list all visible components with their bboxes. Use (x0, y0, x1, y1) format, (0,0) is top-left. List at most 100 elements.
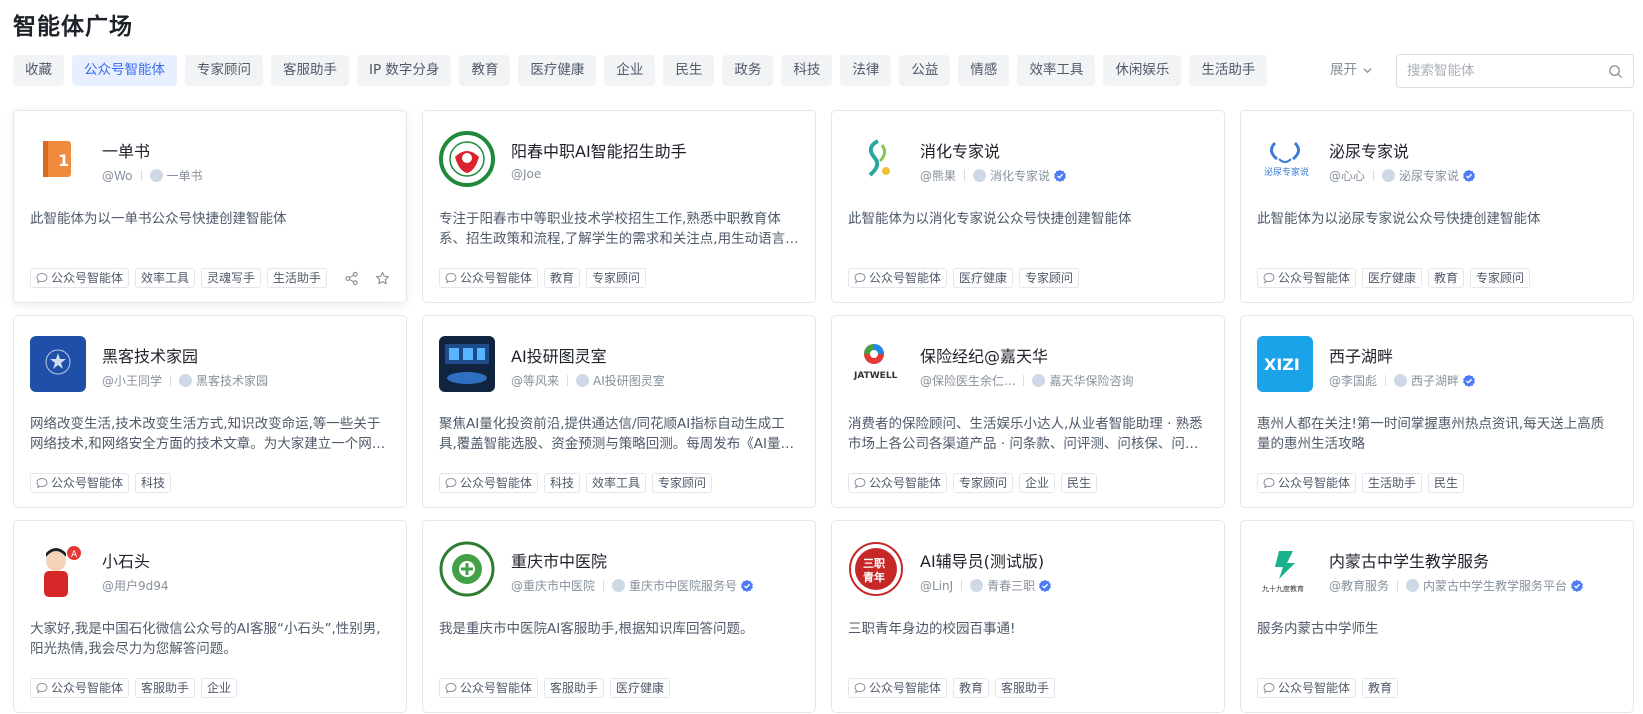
tag[interactable]: 公众号智能体 (30, 678, 130, 698)
tab-item[interactable]: 收藏 (13, 55, 64, 86)
agent-card[interactable]: 消化专家说 @熊果 消化专家说 此智能体为以消化专家说公众号快捷创建智能体 公众号智能体… (831, 110, 1225, 303)
tag[interactable]: 公众号智能体 (848, 268, 948, 288)
tab-item[interactable]: 企业 (604, 55, 656, 86)
tag[interactable]: 客服助手 (544, 678, 605, 698)
tab-item[interactable]: 民生 (663, 55, 715, 86)
tag[interactable]: 效率工具 (586, 473, 647, 493)
tag[interactable]: 公众号智能体 (439, 678, 539, 698)
urology-logo-icon: 泌尿专家说 (1257, 131, 1313, 187)
tag[interactable]: 客服助手 (135, 678, 196, 698)
agent-name: 泌尿专家说 (1329, 142, 1410, 161)
agent-card[interactable]: 重庆市中医院 @重庆市中医院 重庆市中医院服务号 我是重庆市中医院AI客服助手,根据知… (422, 520, 816, 713)
tab-item[interactable]: 客服助手 (271, 55, 349, 86)
tag[interactable]: 科技 (544, 473, 581, 493)
agent-name: 西子湖畔 (1329, 347, 1394, 366)
tag[interactable]: 公众号智能体 (30, 268, 130, 288)
author-handle: @等风来 (511, 374, 560, 388)
tag[interactable]: 专家顾问 (953, 473, 1014, 493)
tag[interactable]: 公众号智能体 (439, 473, 539, 493)
tag-list: 公众号智能体 专家顾问 企业 民生 (848, 473, 1098, 493)
tag[interactable]: 企业 (201, 678, 238, 698)
agent-card[interactable]: 1 一单书 @Wo 一单书 此智能体为以一单书公众号快捷创建智能体 公众号智能体 效率工具 灵… (13, 110, 407, 303)
svg-text:青年: 青年 (863, 570, 885, 584)
tab-item[interactable]: 公益 (899, 55, 951, 86)
tag[interactable]: 灵魂写手 (201, 268, 262, 288)
tab-item[interactable]: 科技 (781, 55, 833, 86)
tab-item[interactable]: 专家顾问 (185, 55, 263, 86)
tag[interactable]: 医疗健康 (953, 268, 1014, 288)
tag[interactable]: 公众号智能体 (1257, 268, 1357, 288)
tab-item[interactable]: 休闲娱乐 (1103, 55, 1182, 86)
tab-item[interactable]: 情感 (958, 55, 1010, 86)
source-account: 泌尿专家说 (1399, 169, 1460, 183)
agent-card[interactable]: 九十九度教育 内蒙古中学生教学服务 @教育服务 内蒙古中学生教学服务平台 服务内蒙古中学… (1240, 520, 1634, 713)
share-icon[interactable] (344, 271, 359, 286)
tab-item[interactable]: 政务 (722, 55, 774, 86)
tag-label: 民生 (1067, 476, 1092, 490)
tag[interactable]: 医疗健康 (1362, 268, 1423, 288)
search-icon[interactable] (1608, 64, 1623, 79)
tag[interactable]: 公众号智能体 (439, 268, 539, 288)
tab-item[interactable]: 公众号智能体 (72, 55, 177, 86)
tag[interactable]: 专家顾问 (586, 268, 647, 288)
agent-card[interactable]: AI投研图灵室 @等风来 AI投研图灵室 聚焦AI量化投资前沿,提供通达信/同花顺AI… (422, 315, 816, 508)
source-account: 嘉天华保险咨询 (1049, 374, 1134, 388)
mascot-avatar-icon: A (30, 541, 86, 597)
tag[interactable]: 公众号智能体 (1257, 473, 1357, 493)
tag[interactable]: 教育 (953, 678, 990, 698)
tag[interactable]: 公众号智能体 (30, 473, 130, 493)
tag[interactable]: 教育 (544, 268, 581, 288)
tag[interactable]: 公众号智能体 (848, 678, 948, 698)
agent-avatar: XIZI (1257, 336, 1313, 392)
agent-card[interactable]: A 小石头 @用户9d94 大家好,我是中国石化微信公众号的AI客服“小石头”,性别男… (13, 520, 407, 713)
tag-label: 公众号智能体 (869, 681, 942, 695)
tab-item[interactable]: 教育 (459, 55, 511, 86)
tag-list: 公众号智能体 医疗健康 教育 专家顾问 (1257, 268, 1531, 288)
tag[interactable]: 科技 (135, 473, 172, 493)
expand-button[interactable]: 展开 (1330, 55, 1373, 86)
tag[interactable]: 教育 (1362, 678, 1399, 698)
agent-meta: @等风来 AI投研图灵室 (511, 372, 665, 389)
chat-bubble-icon (36, 682, 48, 694)
tag[interactable]: 专家顾问 (652, 473, 713, 493)
agent-card[interactable]: JATWELL 保险经纪@嘉天华 @保险医生余仁... 嘉天华保险咨询 消费者的保险顾问… (831, 315, 1225, 508)
tab-item[interactable]: IP 数字分身 (357, 55, 452, 86)
tag[interactable]: 医疗健康 (610, 678, 671, 698)
tag[interactable]: 教育 (1428, 268, 1465, 288)
tag[interactable]: 生活助手 (1362, 473, 1423, 493)
tag[interactable]: 专家顾问 (1019, 268, 1080, 288)
source-account: AI投研图灵室 (593, 374, 665, 388)
tag-label: 效率工具 (592, 476, 641, 490)
author-handle: @Wo (102, 168, 133, 183)
tag[interactable]: 客服助手 (995, 678, 1056, 698)
meta-divider (964, 170, 966, 181)
agent-name: 重庆市中医院 (511, 552, 608, 571)
tag[interactable]: 专家顾问 (1470, 268, 1531, 288)
meta-divider (140, 170, 142, 181)
source-account: 一单书 (166, 169, 203, 183)
tag-label: 公众号智能体 (1278, 271, 1351, 285)
tag-label: 医疗健康 (1368, 271, 1417, 285)
agent-card[interactable]: 三职 青年 AI辅导员(测试版) @LinJ 青春三职 三职青年身边的校园百事通! 公众号智… (831, 520, 1225, 713)
search-input[interactable] (1407, 63, 1608, 79)
tag[interactable]: 民生 (1428, 473, 1465, 493)
tag[interactable]: 效率工具 (135, 268, 196, 288)
agent-card[interactable]: 黑客技术家园 @小王同学 黑客技术家园 网络改变生活,技术改变生活方式,知识改变命运,… (13, 315, 407, 508)
tag[interactable]: 公众号智能体 (848, 473, 948, 493)
tag[interactable]: 民生 (1061, 473, 1098, 493)
agent-card[interactable]: 泌尿专家说 泌尿专家说 @心心 泌尿专家说 此智能体为以泌尿专家说公众号快捷创建智能体公… (1240, 110, 1634, 303)
tag-label: 客服助手 (550, 681, 599, 695)
tab-item[interactable]: 效率工具 (1017, 55, 1096, 86)
trading-room-icon (439, 336, 495, 392)
tab-item[interactable]: 医疗健康 (518, 55, 597, 86)
tag-label: 公众号智能体 (51, 271, 124, 285)
tab-item[interactable]: 法律 (840, 55, 892, 86)
tag-label: 公众号智能体 (460, 271, 533, 285)
star-icon[interactable] (375, 271, 390, 286)
agent-card[interactable]: 阳春中职AI智能招生助手 @Joe 专注于阳春市中等职业技术学校招生工作,熟悉中职教… (422, 110, 816, 303)
agent-card[interactable]: XIZI 西子湖畔 @李国彪 西子湖畔 惠州人都在关注!第一时间掌握惠州热点资讯,每天送… (1240, 315, 1634, 508)
tag[interactable]: 生活助手 (267, 268, 328, 288)
tab-item[interactable]: 生活助手 (1189, 55, 1268, 86)
tag[interactable]: 公众号智能体 (1257, 678, 1357, 698)
tag[interactable]: 企业 (1019, 473, 1056, 493)
